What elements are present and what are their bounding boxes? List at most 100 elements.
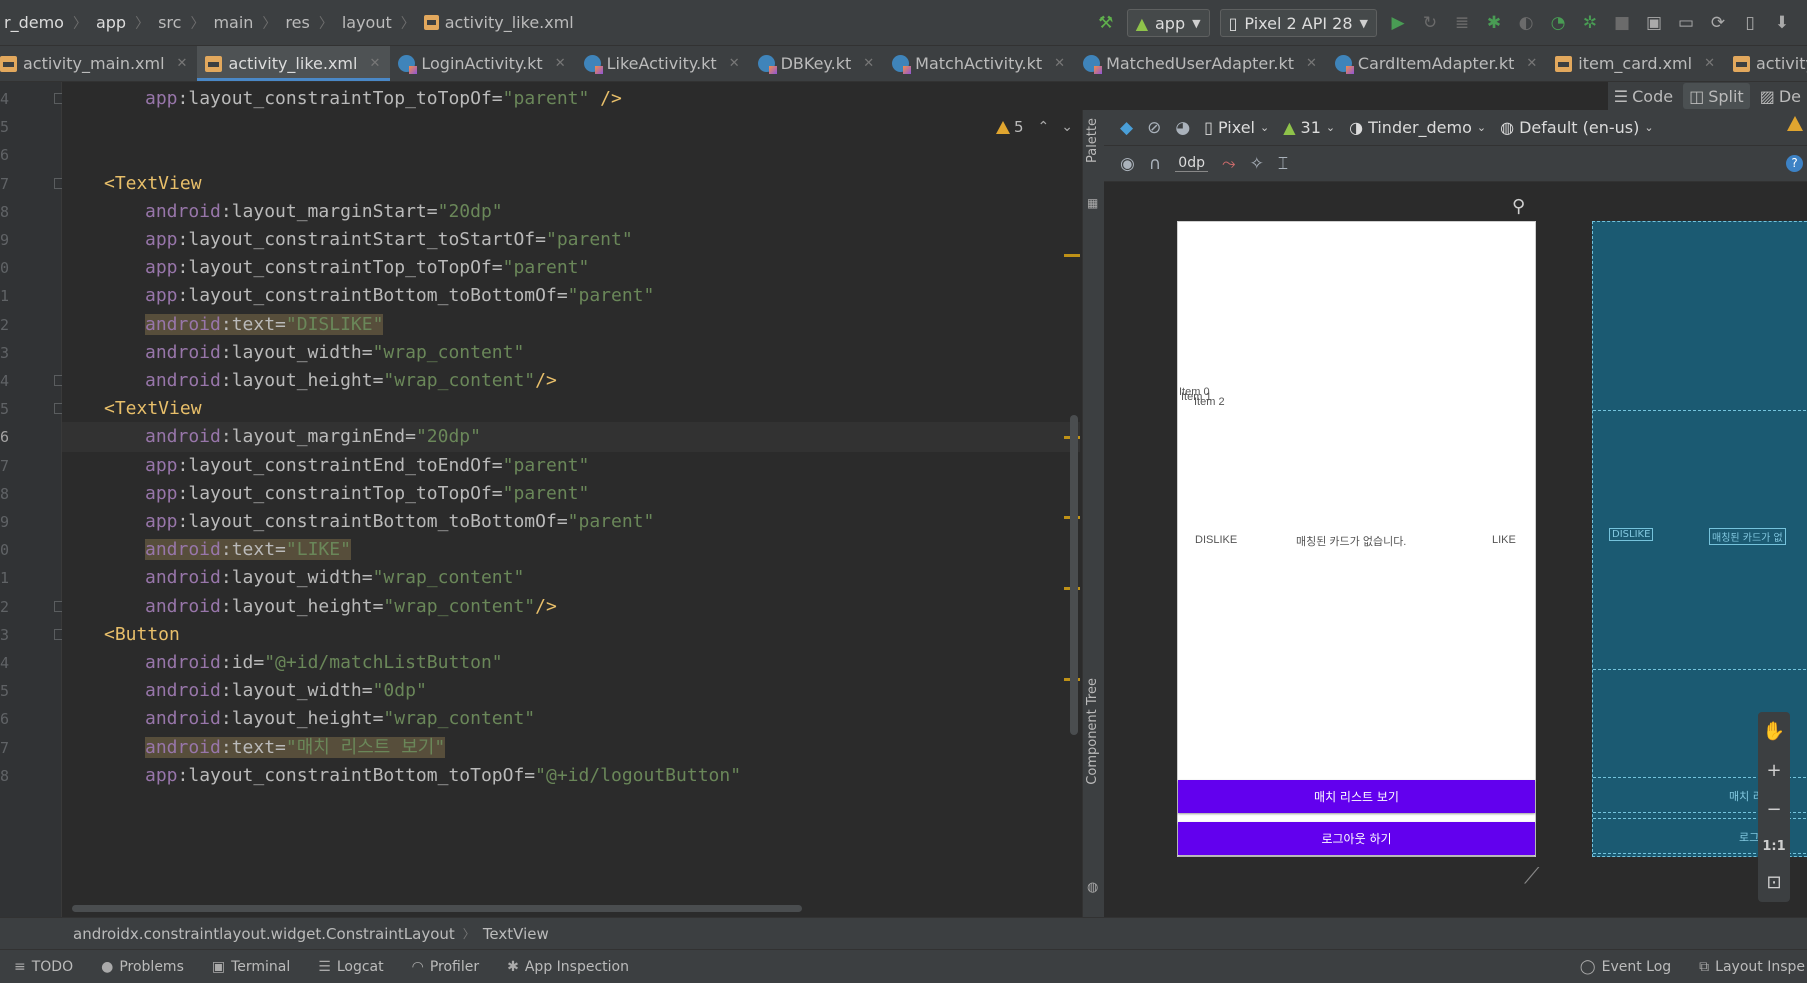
line-number[interactable]: 4 — [0, 90, 20, 108]
api-level-select[interactable]: ▲ 31 ⌄ — [1283, 118, 1335, 137]
component-tree-tab[interactable]: Component Tree — [1085, 678, 1100, 785]
default-margin-select[interactable]: 0dp — [1175, 155, 1208, 172]
line-number[interactable]: 2 — [0, 316, 20, 334]
code-line[interactable]: android:layout_marginEnd="20dp" — [62, 422, 1080, 453]
help-icon[interactable]: ? — [1786, 155, 1803, 172]
theme-select[interactable]: ◑ Tinder_demo ⌄ — [1349, 118, 1486, 137]
blueprint-dislike[interactable]: DISLIKE — [1609, 528, 1654, 541]
code-mode-button[interactable]: ☰ Code — [1608, 83, 1679, 109]
code-line[interactable]: android:text="LIKE" — [62, 535, 1080, 565]
code-line[interactable] — [62, 112, 1080, 142]
sdk-manager-icon[interactable]: ⬇ — [1771, 12, 1793, 34]
editor-tab[interactable]: LikeActivity.kt ✕ — [576, 46, 750, 81]
coverage-icon[interactable]: ◐ — [1515, 12, 1537, 34]
close-icon[interactable]: ✕ — [1526, 56, 1537, 71]
editor-tab[interactable]: MatchedUserAdapter.kt ✕ — [1075, 46, 1327, 81]
event-log-tool-button[interactable]: ◯ Event Log — [1566, 959, 1685, 975]
code-line[interactable]: android:layout_height="wrap_content"/> — [62, 592, 1080, 622]
editor-tab[interactable]: MatchActivity.kt ✕ — [884, 46, 1075, 81]
line-number[interactable]: 4 — [0, 654, 20, 672]
run-icon[interactable]: ▶ — [1387, 12, 1409, 34]
code-editor[interactable]: app:layout_constraintTop_toTopOf="parent… — [62, 82, 1080, 917]
magnet-off-icon[interactable]: ∩ — [1149, 154, 1161, 174]
breadcrumb-file[interactable]: activity_like.xml — [420, 13, 578, 32]
xml-breadcrumb-current[interactable]: TextView — [483, 925, 549, 943]
close-icon[interactable]: ✕ — [1704, 56, 1715, 71]
clear-constraints-icon[interactable]: ⤳ — [1222, 154, 1236, 174]
line-number[interactable]: 7 — [0, 175, 20, 193]
code-line[interactable]: <TextView — [62, 394, 1080, 424]
run-config-select[interactable]: ▲ app ▼ — [1126, 9, 1210, 37]
line-number[interactable]: 8 — [0, 485, 20, 503]
code-line[interactable]: android:text="매치 리스트 보기" — [62, 733, 1080, 763]
zoom-in-icon[interactable]: + — [1766, 760, 1781, 781]
code-line[interactable]: android:id="@+id/matchListButton" — [62, 648, 1080, 678]
code-line[interactable]: android:layout_width="wrap_content" — [62, 338, 1080, 368]
stop-icon[interactable]: ■ — [1611, 12, 1633, 34]
line-number[interactable]: 7 — [0, 457, 20, 475]
pin-icon[interactable]: ⚲ — [1512, 196, 1525, 217]
code-line[interactable]: app:layout_constraintTop_toTopOf="parent… — [62, 84, 1080, 114]
logcat-tool-button[interactable]: ☰ Logcat — [304, 959, 397, 975]
editor-vertical-scrollbar[interactable] — [1070, 415, 1078, 735]
profile-icon[interactable]: ◔ — [1547, 12, 1569, 34]
debug-icon[interactable]: ✱ — [1483, 12, 1505, 34]
preview-logout-button[interactable]: 로그아웃 하기 — [1178, 822, 1535, 855]
profiler-tool-button[interactable]: ◠ Profiler — [398, 959, 494, 975]
preview-list-item[interactable]: Item 2 — [1194, 396, 1225, 408]
line-number[interactable]: 9 — [0, 513, 20, 531]
layout-inspector-tool-button[interactable]: ⧉ Layout Inspe — [1685, 959, 1807, 975]
code-line[interactable]: <Button — [62, 620, 1080, 650]
preview-empty-message[interactable]: 매칭된 카드가 없습니다. — [1296, 533, 1406, 549]
apply-changes-icon[interactable]: ≣ — [1451, 12, 1473, 34]
line-number[interactable]: 6 — [0, 146, 20, 164]
line-number[interactable]: 1 — [0, 569, 20, 587]
editor-tab[interactable]: LoginActivity.kt ✕ — [390, 46, 575, 81]
line-number[interactable]: 5 — [0, 400, 20, 418]
infer-constraints-icon[interactable]: ✧ — [1250, 154, 1264, 174]
orientation-icon[interactable]: ⊘ — [1147, 118, 1161, 138]
design-preview[interactable]: Item 0 Item 1 Item 2 DISLIKE 매칭된 카드가 없습니… — [1177, 221, 1536, 857]
line-number-gutter[interactable]: 4 5 6 7 8 9 0 1 2 3 4 5 6 7 8 9 0 1 2 3 4 5 6 7 8 — [0, 82, 65, 917]
code-line[interactable]: android:layout_height="wrap_content"/> — [62, 366, 1080, 396]
device-preview-select[interactable]: ▯ Pixel ⌄ — [1204, 118, 1269, 137]
close-icon[interactable]: ✕ — [555, 56, 566, 71]
preview-match-list-button[interactable]: 매치 리스트 보기 — [1178, 780, 1535, 813]
preview-dislike-text[interactable]: DISLIKE — [1195, 534, 1237, 546]
code-line[interactable]: app:layout_constraintTop_toTopOf="parent… — [62, 479, 1080, 509]
pan-hand-icon[interactable]: ✋ — [1763, 721, 1785, 742]
code-line[interactable]: android:layout_width="wrap_content" — [62, 563, 1080, 593]
close-icon[interactable]: ✕ — [177, 56, 188, 71]
hammer-icon[interactable]: ⚒ — [1095, 12, 1117, 34]
code-line[interactable]: app:layout_constraintStart_toStartOf="pa… — [62, 225, 1080, 255]
zoom-actual-size-button[interactable]: 1:1 — [1762, 839, 1785, 854]
editor-tab[interactable]: activity_like.xml ✕ — [197, 46, 391, 81]
line-number[interactable]: 8 — [0, 203, 20, 221]
terminal-window-icon[interactable]: ▭ — [1675, 12, 1697, 34]
code-line[interactable]: android:layout_marginStart="20dp" — [62, 197, 1080, 227]
line-number[interactable]: 3 — [0, 344, 20, 362]
code-line[interactable] — [62, 140, 1080, 170]
line-number[interactable]: 8 — [0, 767, 20, 785]
close-icon[interactable]: ✕ — [729, 56, 740, 71]
eye-icon[interactable]: ◉ — [1120, 154, 1135, 174]
editor-tab[interactable]: DBKey.kt ✕ — [750, 46, 885, 81]
line-number[interactable]: 5 — [0, 682, 20, 700]
line-number[interactable]: 6 — [0, 428, 20, 446]
attach-debugger-icon[interactable]: ✲ — [1579, 12, 1601, 34]
zoom-to-fit-icon[interactable]: ⊡ — [1766, 872, 1781, 893]
code-line[interactable]: app:layout_constraintEnd_toEndOf="parent… — [62, 451, 1080, 481]
code-line[interactable]: app:layout_constraintBottom_toBottomOf="… — [62, 507, 1080, 537]
rerun-icon[interactable]: ↻ — [1419, 12, 1441, 34]
line-number[interactable]: 2 — [0, 598, 20, 616]
design-mode-button[interactable]: ▨ De — [1754, 83, 1807, 109]
breadcrumb-src[interactable]: src — [154, 13, 185, 32]
blueprint-empty-message[interactable]: 매칭된 카드가 없 — [1709, 528, 1786, 545]
code-line[interactable]: android:text="DISLIKE" — [62, 310, 1080, 340]
line-number[interactable]: 9 — [0, 231, 20, 249]
line-number[interactable]: 4 — [0, 372, 20, 390]
zoom-out-icon[interactable]: − — [1766, 799, 1781, 820]
preview-like-text[interactable]: LIKE — [1492, 534, 1516, 546]
line-number[interactable]: 1 — [0, 287, 20, 305]
locale-select[interactable]: ◍ Default (en-us) ⌄ — [1500, 118, 1653, 137]
